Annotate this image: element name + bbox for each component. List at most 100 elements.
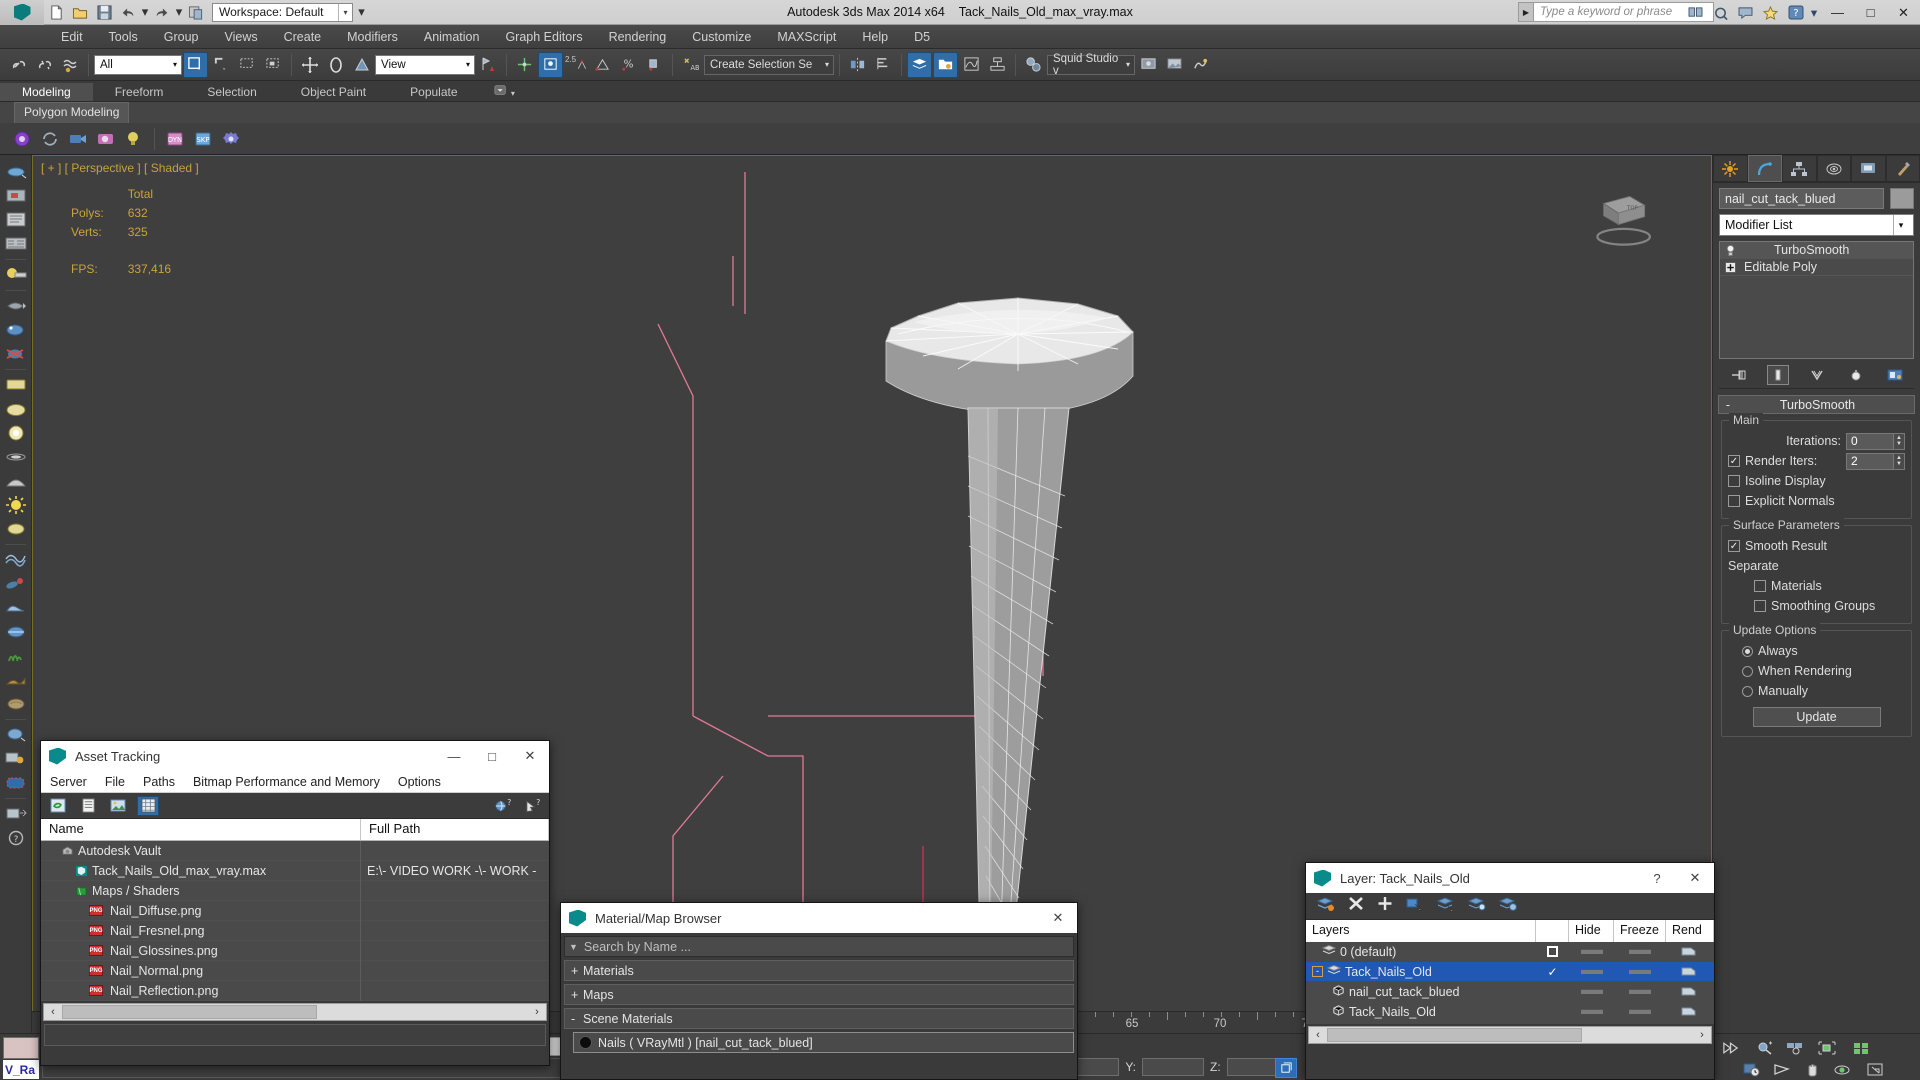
status-color-swatch[interactable]: [3, 1037, 39, 1059]
bind-to-space-warp-icon[interactable]: [58, 52, 83, 78]
use-pivot-center-icon[interactable]: [476, 52, 501, 78]
menu-item-rendering[interactable]: Rendering: [596, 25, 680, 49]
minimize-button[interactable]: —: [1821, 0, 1854, 25]
ribbon-tab-object-paint[interactable]: Object Paint: [279, 83, 388, 101]
configure-modifier-sets-icon[interactable]: [1884, 365, 1906, 385]
vray-mesh-light-icon[interactable]: [0, 469, 32, 493]
window-crossing-icon[interactable]: [261, 52, 286, 78]
at-menu-bitmap-performance-and-memory[interactable]: Bitmap Performance and Memory: [184, 775, 389, 789]
asset-row[interactable]: PNG Nail_Normal.png: [41, 960, 549, 981]
radio-button[interactable]: [1742, 665, 1753, 677]
menu-item-modifiers[interactable]: Modifiers: [334, 25, 411, 49]
scene-explorer-icon[interactable]: [933, 51, 958, 78]
material-map-browser-dialog[interactable]: Material/Map Browser ✕ ▼ Search by Name …: [560, 902, 1078, 1080]
time-configuration-icon[interactable]: [1740, 1059, 1764, 1080]
rollout-header[interactable]: - TurboSmooth: [1718, 395, 1915, 414]
motion-tab[interactable]: [1816, 155, 1851, 182]
menu-item-help[interactable]: Help: [849, 25, 901, 49]
close-button[interactable]: ✕: [1887, 0, 1920, 25]
layer-rend-toggle[interactable]: [1666, 946, 1712, 957]
layer-expander[interactable]: -: [1312, 966, 1323, 977]
scroll-thumb[interactable]: [62, 1005, 317, 1019]
menu-item-views[interactable]: Views: [211, 25, 270, 49]
gear-icon[interactable]: [219, 127, 243, 151]
help-globe-icon[interactable]: ?: [491, 796, 513, 816]
vray-render-region-icon[interactable]: [0, 184, 32, 208]
mmb-group-maps[interactable]: + Maps: [564, 984, 1074, 1005]
layer-hide-toggle[interactable]: [1569, 949, 1614, 954]
project-folder-icon[interactable]: [184, 0, 208, 25]
spinner-value[interactable]: 0: [1846, 432, 1894, 450]
open-file-icon[interactable]: [68, 0, 92, 25]
zoom-extents-all-icon[interactable]: [1850, 1037, 1874, 1058]
radio-button[interactable]: [1742, 645, 1753, 657]
render-preset-combo[interactable]: Squid Studio v ▾: [1047, 53, 1135, 77]
vray-ies-light-icon[interactable]: [0, 445, 32, 469]
ribbon-tab-freeform[interactable]: Freeform: [93, 83, 186, 101]
layer-dialog[interactable]: Layer: Tack_Nails_Old ? ✕ Layers Hide Fr…: [1305, 862, 1715, 1080]
asset-row[interactable]: PNG Nail_Fresnel.png: [41, 920, 549, 941]
named-selection-sets-combo[interactable]: Create Selection Se ▾: [704, 54, 834, 75]
asset-tracking-hscroll[interactable]: ‹ ›: [43, 1003, 547, 1021]
field-of-view-icon[interactable]: [1770, 1059, 1794, 1080]
vray-dome-light-icon[interactable]: [0, 397, 32, 421]
column-blank[interactable]: [1536, 920, 1569, 942]
spinner[interactable]: 0 ▲ ▼: [1846, 432, 1905, 450]
scroll-right-icon[interactable]: ›: [1693, 1029, 1711, 1041]
vray-proxy-icon[interactable]: [0, 294, 32, 318]
layer-row[interactable]: Tack_Nails_Old: [1306, 1002, 1714, 1022]
layer-freeze-toggle[interactable]: [1614, 989, 1666, 994]
plus-box-icon[interactable]: [1720, 261, 1740, 273]
at-menu-paths[interactable]: Paths: [134, 775, 184, 789]
light-bulb-icon[interactable]: [122, 127, 146, 151]
layer-active-mark[interactable]: ✓: [1536, 965, 1569, 979]
layer-manager-icon[interactable]: [907, 51, 932, 78]
curve-editor-icon[interactable]: [959, 52, 984, 78]
pan-view-icon[interactable]: [1800, 1059, 1824, 1080]
redo-dropdown-icon[interactable]: ▾: [174, 0, 184, 25]
asset-row[interactable]: PNG Nail_Reflection.png: [41, 980, 549, 1001]
utilities-tab[interactable]: [1885, 155, 1920, 182]
vray-displacement-icon[interactable]: [0, 548, 32, 572]
layer-row[interactable]: - Tack_Nails_Old ✓: [1306, 962, 1714, 982]
vray-terrain-icon[interactable]: [0, 668, 32, 692]
object-color-swatch[interactable]: [1890, 188, 1914, 209]
checkbox[interactable]: [1728, 475, 1740, 487]
undo-icon[interactable]: [116, 0, 140, 25]
column-freeze[interactable]: Freeze: [1614, 920, 1666, 942]
mmb-titlebar[interactable]: Material/Map Browser ✕: [561, 903, 1077, 933]
communication-icon[interactable]: [1733, 0, 1758, 25]
grid-view-icon[interactable]: [137, 795, 159, 816]
close-button[interactable]: ✕: [1039, 903, 1077, 933]
menu-item-animation[interactable]: Animation: [411, 25, 493, 49]
go-to-end-icon[interactable]: [1718, 1037, 1742, 1058]
asset-row[interactable]: Tack_Nails_Old_max_vray.max E:\- VIDEO WO…: [41, 860, 549, 881]
favorites-icon[interactable]: [1758, 0, 1783, 25]
unlink-icon[interactable]: [32, 52, 57, 78]
help-dropdown-icon[interactable]: ▾: [1808, 0, 1820, 25]
show-end-result-icon[interactable]: [1766, 365, 1789, 385]
vray-about-icon[interactable]: [0, 802, 32, 826]
rectangular-selection-region-icon[interactable]: [235, 52, 260, 78]
snaps-toggle-icon[interactable]: [538, 51, 563, 78]
maximize-button[interactable]: □: [473, 741, 511, 771]
column-layers[interactable]: Layers: [1306, 920, 1536, 942]
object-name-field[interactable]: nail_cut_tack_blued: [1719, 188, 1884, 209]
lightbulb-icon[interactable]: [1720, 244, 1740, 257]
at-menu-server[interactable]: Server: [41, 775, 96, 789]
column-name[interactable]: Name: [41, 819, 361, 840]
update-button[interactable]: Update: [1752, 707, 1881, 727]
spinner-value[interactable]: 2: [1846, 452, 1894, 470]
infocenter-icon[interactable]: [1683, 0, 1708, 25]
highlight-selected-objects-icon[interactable]: [1467, 895, 1487, 917]
select-by-name-icon[interactable]: [209, 52, 234, 78]
scroll-right-icon[interactable]: ›: [528, 1006, 546, 1018]
vray-environment-icon[interactable]: [0, 620, 32, 644]
ribbon-overflow-icon[interactable]: ▾: [480, 82, 537, 101]
select-objects-in-layer-icon[interactable]: [1405, 895, 1425, 917]
zoom-extents-icon[interactable]: [1815, 1037, 1839, 1058]
workspace-selector[interactable]: Workspace: Default ▾: [212, 2, 353, 22]
at-menu-file[interactable]: File: [96, 775, 134, 789]
layer-hide-toggle[interactable]: [1569, 1009, 1614, 1014]
render-production-icon[interactable]: [1188, 52, 1213, 78]
